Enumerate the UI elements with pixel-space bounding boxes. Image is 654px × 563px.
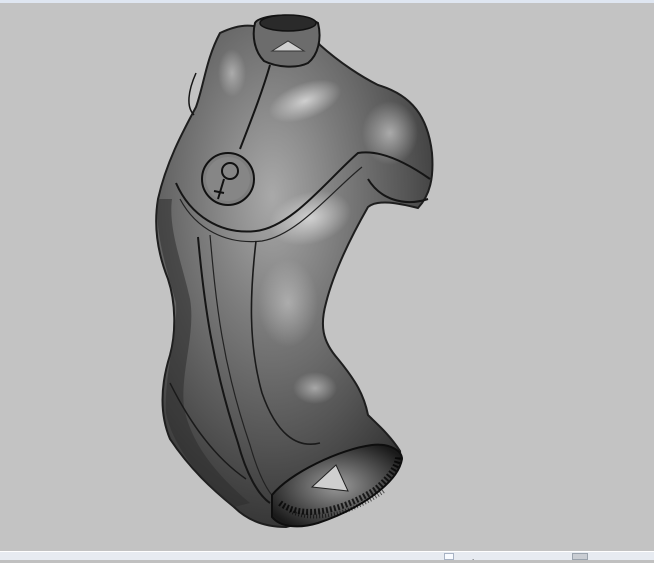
status-text: . [472,553,475,562]
status-bar: . [0,551,654,562]
status-scroll-thumb[interactable] [572,553,588,560]
3d-viewport[interactable]: . [0,0,654,563]
chest-emblem [201,152,255,206]
shaded-torso-3d-model[interactable] [0,3,654,563]
status-toggle-icon[interactable] [444,553,454,560]
